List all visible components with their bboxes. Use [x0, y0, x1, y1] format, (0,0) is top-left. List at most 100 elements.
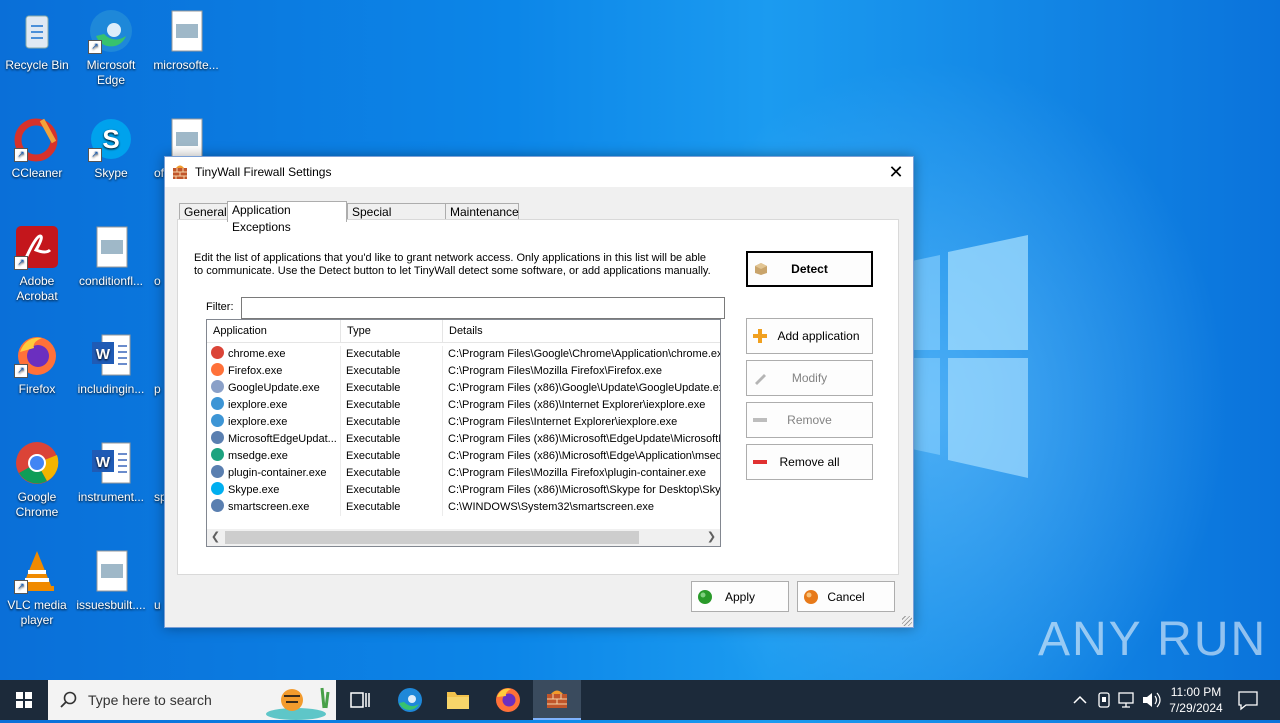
firefox-icon: ↗: [14, 332, 60, 378]
horizontal-scrollbar[interactable]: ❮ ❯: [207, 529, 720, 546]
google-update-icon: [211, 380, 224, 393]
tinywall-settings-dialog: TinyWall Firewall Settings ✕ General App…: [164, 156, 914, 628]
skype-icon: S ↗: [88, 116, 134, 162]
dialog-titlebar[interactable]: TinyWall Firewall Settings ✕: [165, 157, 913, 187]
table-row[interactable]: Firefox.exe Executable C:\Program Files\Mo…: [207, 363, 720, 380]
application-name: GoogleUpdate.exe: [228, 382, 320, 394]
desktop-icon-firefox[interactable]: ↗ Firefox: [1, 328, 73, 397]
desktop-icon-word-1[interactable]: W includingin...: [75, 328, 147, 397]
scroll-right-icon[interactable]: ❯: [703, 529, 720, 546]
ie-icon: [211, 414, 224, 427]
desktop-icon-chrome[interactable]: Google Chrome: [1, 436, 73, 520]
word-document-icon: W: [88, 332, 134, 378]
taskbar-file-explorer[interactable]: [434, 680, 482, 720]
desktop-icon-label: issuesbuilt....: [76, 598, 146, 612]
tray-volume-icon[interactable]: [1140, 680, 1162, 720]
taskbar-search-box[interactable]: Type here to search: [48, 680, 336, 720]
firefox-icon: [211, 363, 224, 376]
tray-network-icon[interactable]: [1116, 680, 1138, 720]
cell-type: Executable: [341, 431, 443, 448]
word-document-icon: W: [88, 440, 134, 486]
desktop-icon-acrobat[interactable]: ↗ Adobe Acrobat: [1, 220, 73, 304]
desktop-icon-word-2[interactable]: W instrument...: [75, 436, 147, 505]
column-header-details[interactable]: Details: [443, 320, 720, 342]
desktop-icon-label: Adobe Acrobat: [16, 274, 58, 303]
svg-text:W: W: [96, 454, 111, 471]
dialog-title: TinyWall Firewall Settings: [195, 165, 332, 179]
desktop-icon-label: CCleaner: [11, 166, 63, 180]
column-header-application[interactable]: Application: [207, 320, 341, 342]
table-row[interactable]: iexplore.exe Executable C:\Program Files (…: [207, 397, 720, 414]
shortcut-arrow-icon: ↗: [14, 580, 28, 594]
table-row[interactable]: MicrosoftEdgeUpdat... Executable C:\Progra…: [207, 431, 720, 448]
scroll-left-icon[interactable]: ❮: [207, 529, 224, 546]
desktop-icon-label: Firefox: [18, 382, 56, 396]
search-icon: [60, 691, 77, 708]
desktop-icon-label: conditionfl...: [78, 274, 144, 288]
table-row[interactable]: Skype.exe Executable C:\Program Files (x86…: [207, 482, 720, 499]
start-button[interactable]: [0, 680, 48, 720]
taskbar-tinywall[interactable]: [533, 680, 581, 720]
desktop-icon-file-1[interactable]: microsofte...: [150, 4, 222, 73]
instructions-text: Edit the list of applications that you'd…: [194, 252, 711, 277]
table-row[interactable]: GoogleUpdate.exe Executable C:\Program Fil…: [207, 380, 720, 397]
tab-application-exceptions[interactable]: Application Exceptions: [227, 201, 347, 234]
remove-button[interactable]: Remove: [746, 402, 873, 438]
task-view-button[interactable]: [336, 680, 384, 720]
chevron-up-icon: [1073, 695, 1087, 704]
table-row[interactable]: msedge.exe Executable C:\Program Files (x8…: [207, 448, 720, 465]
cancel-button[interactable]: Cancel: [797, 581, 895, 612]
windows-start-icon: [16, 692, 32, 708]
desktop-icon-file-3[interactable]: conditionfl...: [75, 220, 147, 289]
svg-text:S: S: [102, 124, 119, 154]
show-hidden-icons-button[interactable]: [1070, 680, 1090, 720]
application-name: msedge.exe: [228, 450, 288, 462]
taskbar-clock[interactable]: 11:00 PM 7/29/2024: [1160, 684, 1232, 716]
desktop-icon-file-7[interactable]: issuesbuilt....: [75, 544, 147, 613]
detect-button[interactable]: Detect: [746, 251, 873, 287]
desktop-icon-edge[interactable]: ↗ Microsoft Edge: [75, 4, 147, 88]
image-file-icon: [88, 224, 134, 270]
shortcut-arrow-icon: ↗: [14, 364, 28, 378]
application-name: smartscreen.exe: [228, 501, 310, 513]
column-header-type[interactable]: Type: [341, 320, 443, 342]
filter-input[interactable]: [241, 297, 725, 319]
remove-all-button[interactable]: Remove all: [746, 444, 873, 480]
search-highlight-tiger-icon: [266, 687, 330, 720]
application-name: iexplore.exe: [228, 399, 288, 411]
tray-device-icon[interactable]: [1094, 680, 1114, 720]
cell-application: chrome.exe: [207, 346, 341, 363]
close-button[interactable]: ✕: [885, 161, 907, 183]
shortcut-arrow-icon: ↗: [14, 256, 28, 270]
cell-details: C:\Program Files (x86)\Microsoft\Skype f…: [448, 484, 720, 496]
application-name: MicrosoftEdgeUpdat...: [228, 433, 337, 445]
cell-type: Executable: [341, 363, 443, 380]
taskbar-firefox[interactable]: [484, 680, 532, 720]
table-row[interactable]: chrome.exe Executable C:\Program Files\Goo…: [207, 346, 720, 363]
notification-center-button[interactable]: [1234, 680, 1262, 720]
desktop-icon-label: microsofte...: [153, 58, 219, 72]
resize-grip[interactable]: [902, 616, 912, 626]
cell-type: Executable: [341, 465, 443, 482]
taskbar-edge[interactable]: [386, 680, 434, 720]
shortcut-arrow-icon: ↗: [14, 148, 28, 162]
desktop-icon-ccleaner[interactable]: ↗ CCleaner: [1, 112, 73, 181]
modify-button[interactable]: Modify: [746, 360, 873, 396]
table-row[interactable]: plugin-container.exe Executable C:\Program…: [207, 465, 720, 482]
application-name: iexplore.exe: [228, 416, 288, 428]
app-icon: [211, 431, 224, 444]
desktop-icon-skype[interactable]: S ↗ Skype: [75, 112, 147, 181]
volume-icon: [1143, 692, 1161, 708]
cell-type: Executable: [341, 414, 443, 431]
desktop-icon-recycle-bin[interactable]: Recycle Bin: [1, 4, 73, 73]
scrollbar-thumb[interactable]: [225, 531, 639, 544]
desktop-icon-label: VLC media player: [7, 598, 67, 627]
add-application-button[interactable]: Add application: [746, 318, 873, 354]
table-row[interactable]: iexplore.exe Executable C:\Program Files\I…: [207, 414, 720, 431]
desktop-icon-label: Skype: [94, 166, 128, 180]
apply-button[interactable]: Apply: [691, 581, 789, 612]
desktop-icon-vlc[interactable]: ↗ VLC media player: [1, 544, 73, 628]
application-list[interactable]: Application Type Details chrome.exe Execu…: [206, 319, 721, 547]
table-row[interactable]: smartscreen.exe Executable C:\WINDOWS\Syst…: [207, 499, 720, 516]
cell-type: Executable: [341, 346, 443, 363]
